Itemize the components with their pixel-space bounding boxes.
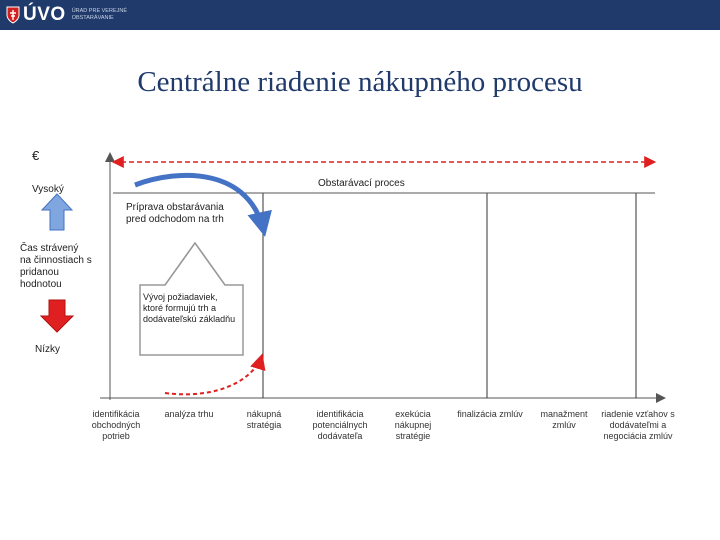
up-arrow-icon: [40, 193, 74, 231]
step-label: exekúcia nákupnej stratégie: [394, 409, 432, 441]
y-axis-arrowhead: [105, 152, 115, 162]
value-label: Čas strávený na činnostiach s pridanou h…: [20, 243, 92, 290]
down-arrow-icon: [39, 299, 75, 333]
euro-label: €: [32, 148, 40, 163]
step-label: nákupná stratégia: [246, 409, 282, 430]
high-label: Vysoký: [32, 184, 64, 195]
process-diagram: [39, 152, 666, 403]
low-label: Nízky: [35, 344, 60, 355]
red-dashed-curve: [164, 353, 266, 396]
step-label: finalizácia zmlúv: [457, 409, 523, 419]
step-label: analýza trhu: [164, 409, 214, 419]
x-axis-arrowhead: [656, 393, 666, 403]
step-label: identifikácia obchodných potrieb: [91, 409, 141, 441]
step-label: manažment zmlúv: [540, 409, 588, 430]
step-label: identifikácia potenciálnych dodávateľa: [312, 409, 368, 441]
preparation-label: Príprava obstarávania pred odchodom na t…: [126, 202, 224, 225]
step-label: riadenie vzťahov s dodávateľmi a negociá…: [601, 409, 675, 441]
process-label: Obstarávací proces: [318, 178, 405, 189]
development-label: Vývoj požiadaviek, ktoré formujú trh a d…: [143, 292, 236, 324]
